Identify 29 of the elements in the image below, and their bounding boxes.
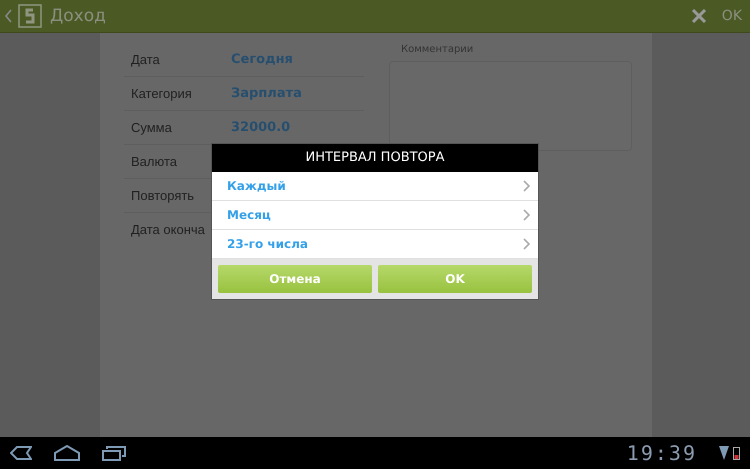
- dialog-button[interactable]: OK: [378, 265, 532, 293]
- field-label: Валюта: [131, 154, 178, 169]
- field-label: Категория: [131, 86, 193, 101]
- screen-title: Доход: [50, 6, 107, 26]
- close-icon[interactable]: [692, 9, 706, 23]
- chevron-icon: [523, 209, 530, 221]
- app-logo-icon: [18, 4, 42, 28]
- home-icon[interactable]: [54, 445, 80, 461]
- field-label: Дата оконча: [131, 222, 206, 237]
- dialog-option[interactable]: Каждый: [212, 172, 538, 201]
- dialog-option[interactable]: 23-го числа: [212, 230, 538, 259]
- field-label: Повторять: [131, 188, 196, 203]
- field-value[interactable]: 32000.0: [231, 120, 290, 135]
- dialog-option[interactable]: Месяц: [212, 201, 538, 230]
- chevron-icon: [523, 238, 530, 250]
- field-label: Сумма: [131, 120, 173, 135]
- dialog-button[interactable]: Отмена: [218, 265, 372, 293]
- dialog-title: ИНТЕРВАЛ ПОВТОРА: [212, 144, 538, 172]
- back-icon[interactable]: [10, 446, 32, 460]
- clock: 19:39: [626, 441, 697, 465]
- field-value[interactable]: Зарплата: [231, 86, 302, 101]
- field-label: Дата: [131, 52, 161, 67]
- recent-apps-icon[interactable]: [102, 445, 126, 461]
- battery-icon: [733, 446, 740, 460]
- chevron-icon: [523, 180, 530, 192]
- comments-field[interactable]: [389, 61, 632, 151]
- field-value[interactable]: Сегодня: [231, 52, 293, 67]
- wifi-icon: [719, 446, 729, 460]
- ok-button[interactable]: OK: [722, 8, 742, 24]
